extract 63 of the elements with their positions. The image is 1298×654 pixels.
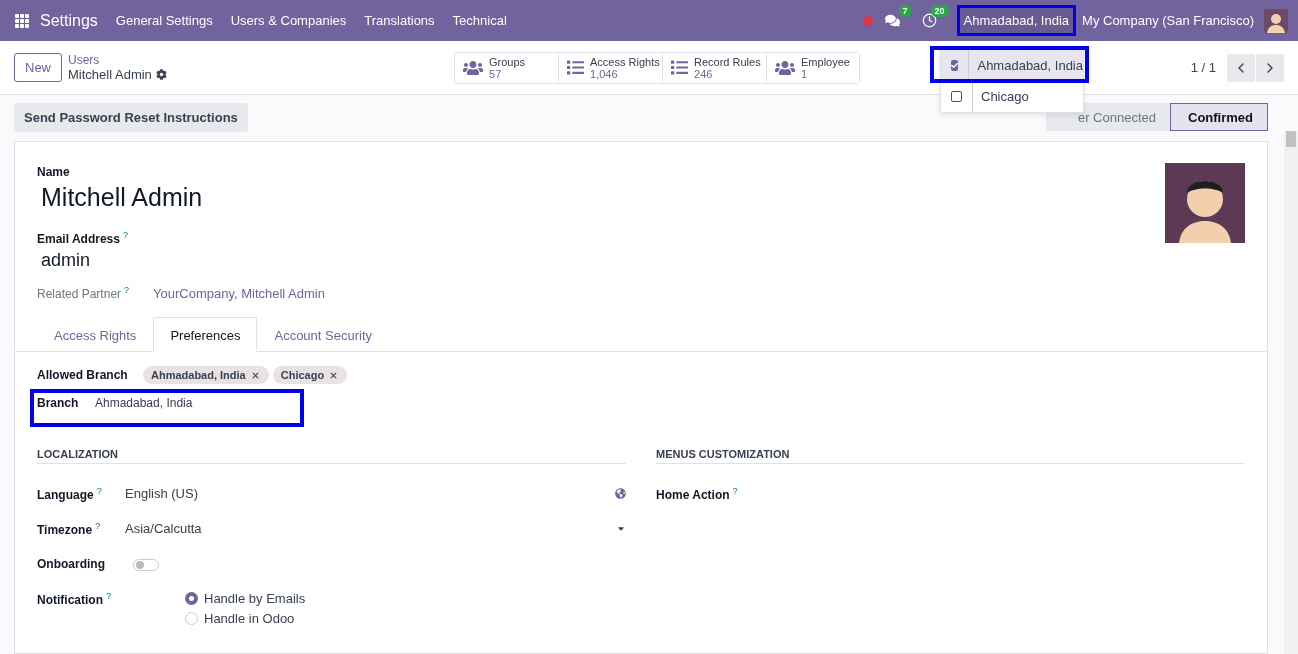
field-label: Timezone (37, 523, 93, 538)
clock-icon[interactable] (921, 13, 937, 28)
branch-switcher[interactable]: Ahmadabad, India (958, 7, 1075, 34)
user-name[interactable]: Mitchell Admin (41, 183, 203, 212)
language-value[interactable]: English (US) (125, 486, 198, 502)
apps-menu-icon[interactable] (14, 12, 30, 29)
help-mark[interactable]: ? (96, 486, 102, 497)
settings-icon[interactable] (155, 69, 167, 80)
field-label: Onboarding (37, 557, 105, 572)
nav-menu-item[interactable]: Users & Companies (230, 13, 347, 28)
form-tab[interactable]: Preferences (153, 317, 258, 353)
onboarding-toggle[interactable] (133, 559, 159, 572)
pager-value[interactable]: 1 / 1 (1190, 60, 1216, 75)
company-switcher[interactable]: My Company (San Francisco) (1082, 13, 1254, 28)
field-label: Email Address (37, 232, 120, 247)
dropdown-item[interactable]: Ahmadabad, India (941, 50, 1083, 81)
radio-option[interactable]: Handle in Odoo (185, 611, 306, 627)
scrollbar[interactable] (1284, 131, 1298, 654)
email-value[interactable]: admin (41, 250, 1245, 272)
branch-value[interactable]: Ahmadabad, India (95, 396, 193, 425)
timezone-value[interactable]: Asia/Calcutta (125, 521, 202, 537)
reset-password-button[interactable]: Send Password Reset Instructions (14, 102, 248, 132)
field-label: Allowed Branch (37, 368, 129, 383)
help-mark[interactable]: ? (124, 285, 130, 296)
breadcrumb-link[interactable]: Users (68, 53, 454, 67)
message-count: 7 (898, 5, 912, 17)
help-mark[interactable]: ? (95, 521, 101, 532)
form-tab[interactable]: Access Rights (37, 317, 154, 353)
branch-tag: Chicago (272, 366, 348, 385)
partner-link[interactable]: YourCompany, Mitchell Admin (153, 285, 325, 301)
checkbox[interactable] (951, 91, 962, 102)
help-mark[interactable]: ? (732, 486, 738, 497)
checkbox[interactable] (951, 60, 959, 71)
status-step[interactable]: Confirmed (1170, 103, 1268, 131)
section-title: MENUS CUSTOMIZATION (656, 448, 1245, 465)
section-title: LOCALIZATION (37, 448, 626, 465)
app-title[interactable]: Settings (40, 11, 98, 30)
user-avatar[interactable] (1264, 8, 1288, 33)
list-icon (567, 59, 584, 76)
field-label: Related Partner (37, 287, 122, 302)
smart-button[interactable]: Groups 57 (455, 52, 559, 83)
form-tab[interactable]: Account Security (257, 317, 389, 353)
nav-menu-item[interactable]: Technical (452, 13, 507, 28)
field-label: Branch (37, 396, 80, 413)
dropdown-item[interactable]: Chicago (941, 81, 1083, 112)
radio-option[interactable]: Handle by Emails (185, 591, 306, 607)
field-label: Notification (37, 593, 103, 608)
globe-icon[interactable] (615, 488, 626, 500)
field-label: Home Action (656, 488, 730, 503)
help-mark[interactable]: ? (106, 591, 111, 602)
field-label: Language (37, 488, 94, 503)
help-mark[interactable]: ? (122, 230, 128, 240)
status-dot-icon[interactable] (862, 15, 873, 26)
activity-count: 20 (930, 5, 949, 17)
radio-button[interactable] (185, 592, 198, 606)
nav-menu-item[interactable]: Translations (364, 13, 435, 28)
field-label: Name (37, 165, 70, 179)
branch-tag: Ahmadabad, India (143, 366, 269, 385)
chat-icon[interactable] (884, 13, 900, 28)
nav-menu-item[interactable]: General Settings (115, 13, 213, 28)
list-icon (671, 59, 688, 76)
new-button[interactable]: New (14, 53, 62, 82)
record-title: Mitchell Admin (68, 67, 152, 82)
